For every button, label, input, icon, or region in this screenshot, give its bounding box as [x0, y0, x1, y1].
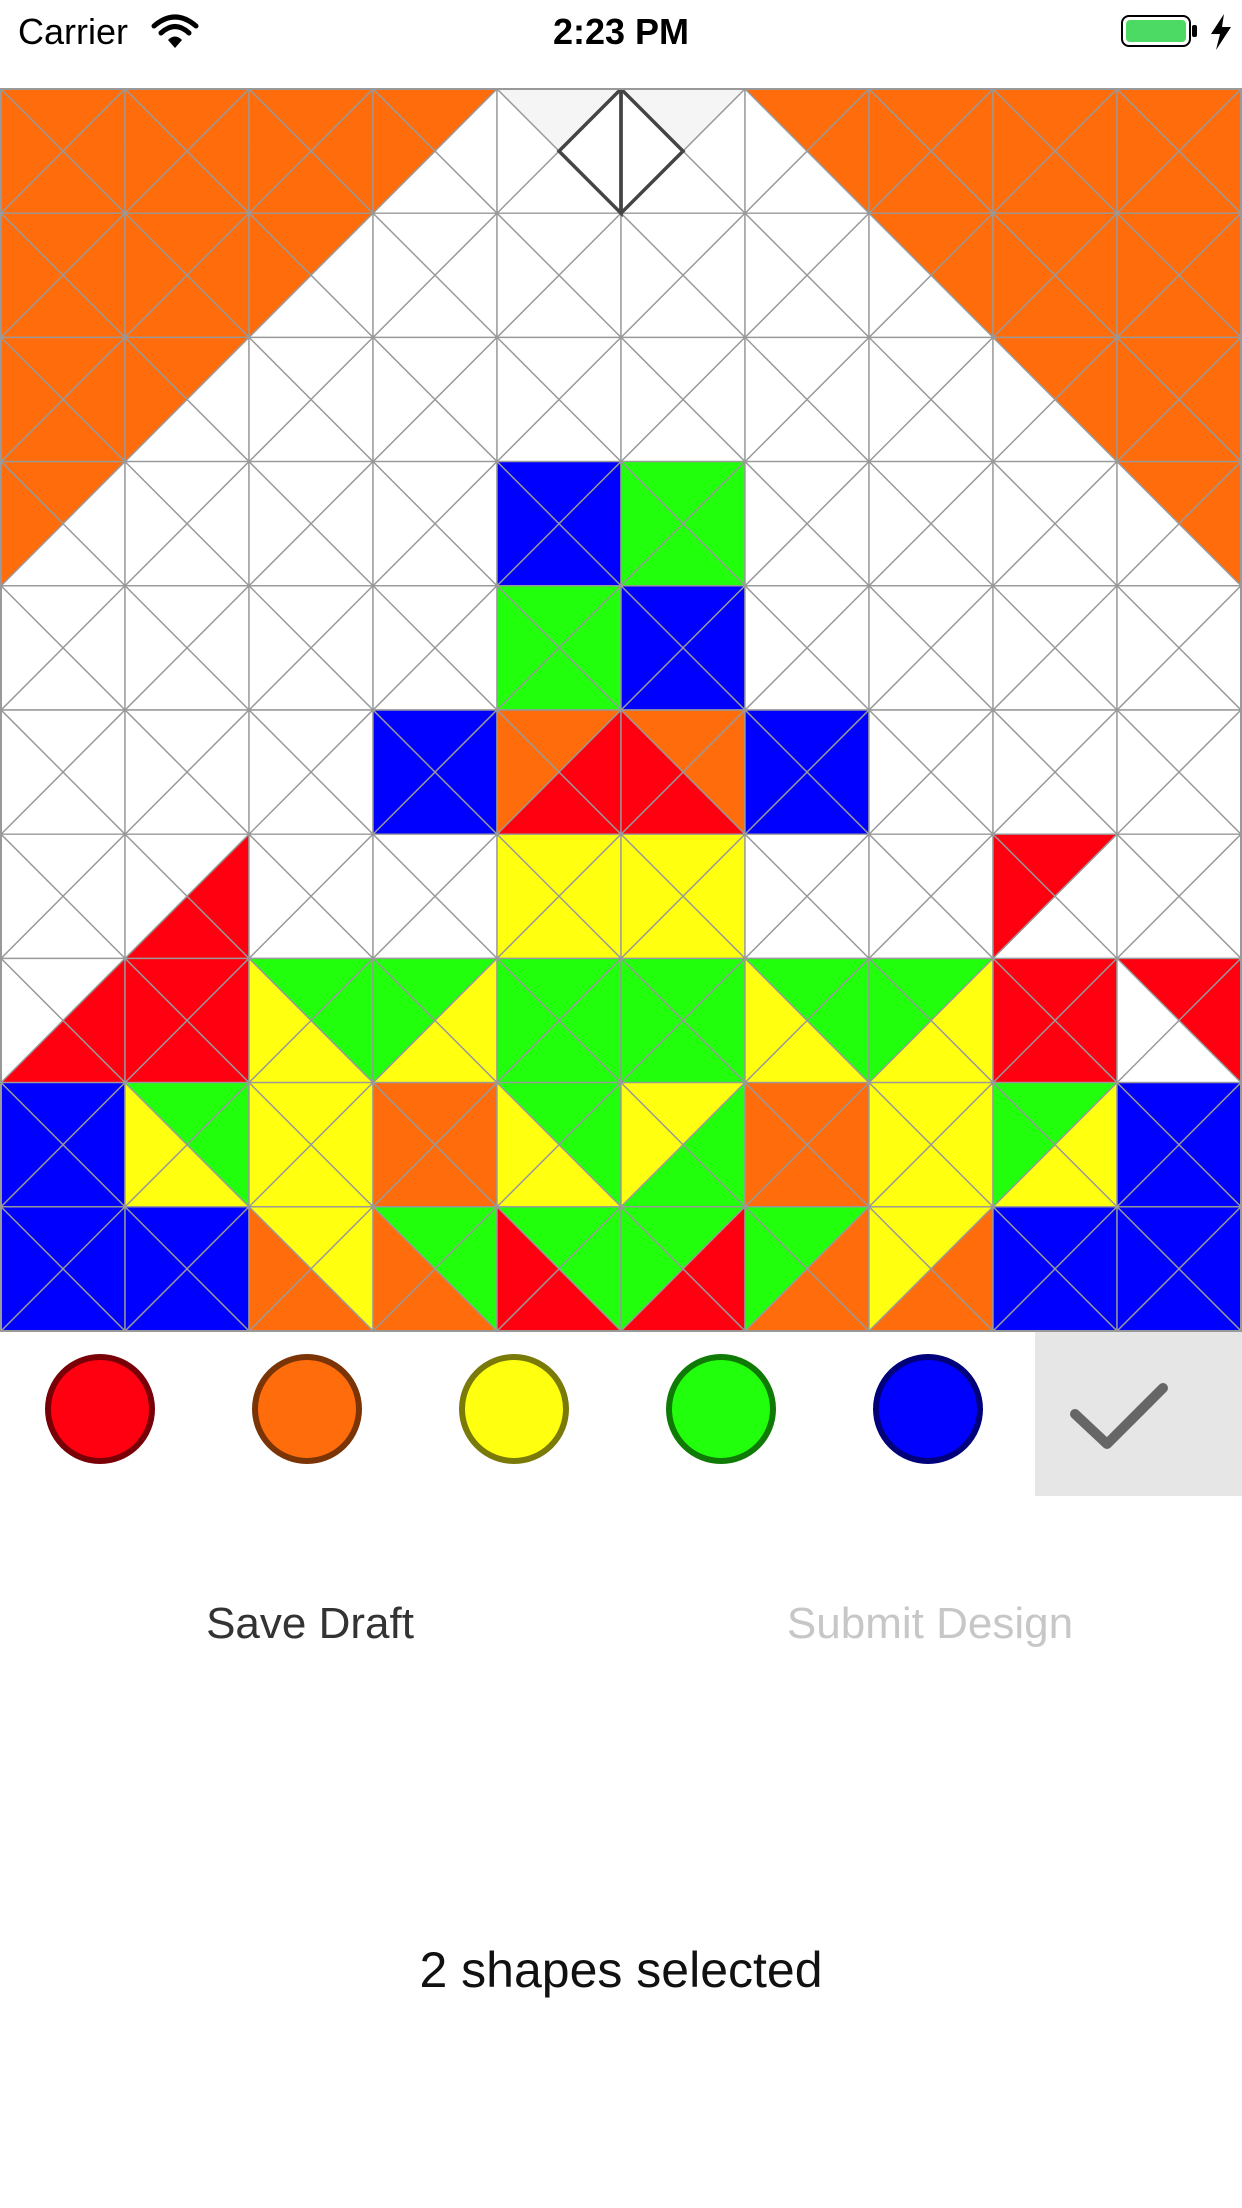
design-canvas[interactable]: [0, 88, 1242, 1332]
selection-status-label: 2 shapes selected: [419, 1942, 823, 1998]
charging-icon: [1206, 12, 1236, 57]
color-swatch-orange[interactable]: [252, 1354, 362, 1464]
status-bar: Carrier 2:23 PM: [0, 0, 1242, 88]
confirm-button[interactable]: [1035, 1332, 1242, 1496]
status-time: 2:23 PM: [552, 11, 690, 52]
color-swatch-blue[interactable]: [873, 1354, 983, 1464]
triangle-grid[interactable]: [0, 88, 1242, 1332]
color-swatch-red[interactable]: [45, 1354, 155, 1464]
color-swatch-yellow[interactable]: [459, 1354, 569, 1464]
color-palette: [0, 1332, 1242, 1496]
save-draft-button[interactable]: Save Draft: [110, 1592, 510, 1656]
submit-design-button[interactable]: Submit Design: [730, 1592, 1130, 1656]
checkmark-icon: [1070, 1383, 1168, 1449]
color-swatch-green[interactable]: [666, 1354, 776, 1464]
battery-icon: [1120, 12, 1200, 57]
